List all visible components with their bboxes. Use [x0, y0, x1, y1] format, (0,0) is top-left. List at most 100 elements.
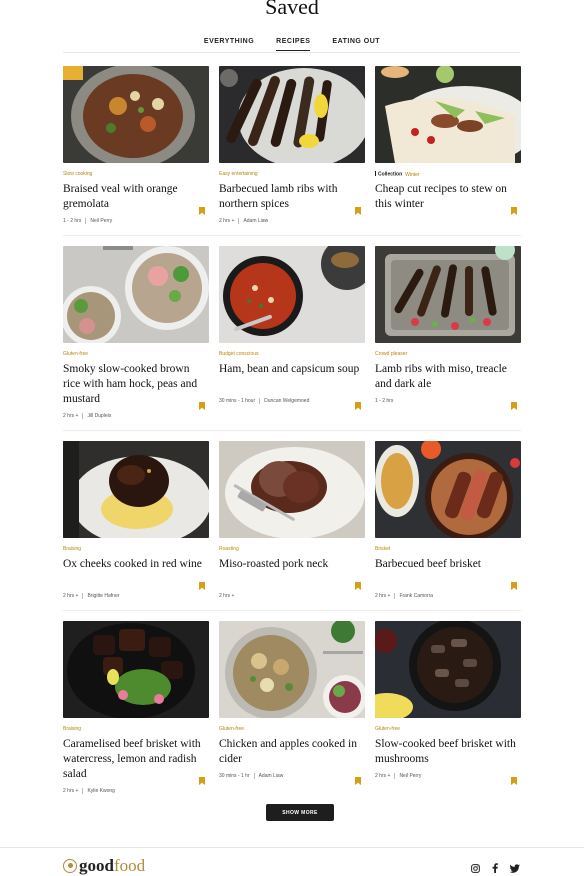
collection-label: Collection: [378, 171, 403, 178]
social-links: [470, 863, 520, 873]
tabs-divider: [63, 52, 520, 53]
recipe-title[interactable]: Slow-cooked beef brisket with mushrooms: [375, 737, 521, 767]
recipe-title[interactable]: Caramelised beef brisket with watercress…: [63, 737, 209, 782]
logo-badge-icon: [63, 858, 77, 873]
recipe-card[interactable]: Budget conscious Ham, bean and capsicum …: [219, 246, 365, 420]
recipe-author[interactable]: Neil Perry: [90, 218, 112, 224]
recipe-tag[interactable]: Braising: [63, 546, 209, 553]
recipe-meta: 1 - 2 hrs: [375, 397, 521, 405]
facebook-icon[interactable]: [490, 863, 500, 873]
recipe-image[interactable]: [219, 441, 365, 538]
recipe-tag[interactable]: Braising: [63, 726, 209, 733]
cook-time: 2 hrs +: [219, 593, 235, 599]
bookmark-icon[interactable]: [355, 582, 361, 590]
recipe-author[interactable]: Kylie Kwong: [87, 788, 115, 794]
recipe-grid: Slow cooking Braised veal with orange gr…: [63, 66, 521, 795]
bookmark-icon[interactable]: [355, 402, 361, 410]
recipe-meta: 2 hrs + Adam Liaw: [219, 217, 365, 225]
recipe-image[interactable]: [63, 66, 209, 163]
collection-category[interactable]: Winter: [405, 172, 419, 178]
recipe-image[interactable]: [375, 66, 521, 163]
recipe-card[interactable]: Gluten-free Chicken and apples cooked in…: [219, 621, 365, 795]
row-divider: [63, 610, 521, 611]
recipe-card[interactable]: Gluten-free Slow-cooked beef brisket wit…: [375, 621, 521, 795]
bookmark-icon[interactable]: [355, 207, 361, 215]
recipe-title[interactable]: Cheap cut recipes to stew on this winter: [375, 182, 521, 212]
recipe-image[interactable]: [63, 441, 209, 538]
cook-time: 2 hrs +: [63, 413, 79, 419]
recipe-meta: 30 mins - 1 hour Duncan Welgemoed: [219, 397, 365, 405]
recipe-tag[interactable]: Crowd pleaser: [375, 351, 521, 358]
collection-tag[interactable]: Collection Winter: [375, 171, 521, 178]
tab-recipes[interactable]: RECIPES: [276, 38, 311, 51]
bookmark-icon[interactable]: [355, 777, 361, 785]
row-divider: [63, 430, 521, 431]
recipe-tag[interactable]: Gluten-free: [63, 351, 209, 358]
recipe-author[interactable]: Jill Dupleix: [87, 413, 111, 419]
bookmark-icon[interactable]: [511, 777, 517, 785]
recipe-author[interactable]: Adam Liaw: [243, 218, 268, 224]
recipe-title[interactable]: Chicken and apples cooked in cider: [219, 737, 365, 767]
recipe-card[interactable]: Gluten-free Smoky slow-cooked brown rice…: [63, 246, 209, 420]
recipe-image[interactable]: [219, 66, 365, 163]
instagram-icon[interactable]: [470, 863, 480, 873]
recipe-image[interactable]: [375, 441, 521, 538]
recipe-card[interactable]: Braising Ox cheeks cooked in red wine 2 …: [63, 441, 209, 600]
goodfood-logo[interactable]: goodfood: [63, 857, 145, 874]
recipe-title[interactable]: Miso-roasted pork neck: [219, 557, 365, 587]
logo-text: goodfood: [79, 856, 146, 875]
recipe-tag[interactable]: Budget conscious: [219, 351, 365, 358]
show-more-button[interactable]: SHOW MORE: [266, 804, 334, 821]
recipe-meta: 2 hrs + Jill Dupleix: [63, 412, 209, 420]
recipe-image[interactable]: [219, 621, 365, 718]
recipe-card[interactable]: Easy entertaining Barbecued lamb ribs wi…: [219, 66, 365, 225]
recipe-card[interactable]: Roasting Miso-roasted pork neck 2 hrs +: [219, 441, 365, 600]
recipe-title[interactable]: Smoky slow-cooked brown rice with ham ho…: [63, 362, 209, 407]
row-divider: [63, 235, 521, 236]
recipe-image[interactable]: [375, 246, 521, 343]
bookmark-icon[interactable]: [511, 582, 517, 590]
bookmark-icon[interactable]: [199, 207, 205, 215]
recipe-card[interactable]: Brisket Barbecued beef brisket 2 hrs + Fr…: [375, 441, 521, 600]
recipe-card[interactable]: Crowd pleaser Lamb ribs with miso, treac…: [375, 246, 521, 420]
recipe-tag[interactable]: Easy entertaining: [219, 171, 365, 178]
recipe-author[interactable]: Adam Liaw: [259, 773, 284, 779]
collection-card[interactable]: Collection Winter Cheap cut recipes to st…: [375, 66, 521, 225]
recipe-author[interactable]: Brigitte Hafner: [87, 593, 119, 599]
recipe-tag[interactable]: Gluten-free: [375, 726, 521, 733]
page-title: Saved: [265, 0, 319, 19]
cook-time: 30 mins - 1 hr: [219, 773, 250, 779]
cook-time: 1 - 2 hrs: [375, 398, 394, 404]
tab-eating-out[interactable]: EATING OUT: [332, 38, 380, 51]
recipe-image[interactable]: [375, 621, 521, 718]
bookmark-icon[interactable]: [511, 207, 517, 215]
recipe-title[interactable]: Braised veal with orange gremolata: [63, 182, 209, 212]
recipe-tag[interactable]: Slow cooking: [63, 171, 209, 178]
recipe-image[interactable]: [219, 246, 365, 343]
bookmark-icon[interactable]: [199, 582, 205, 590]
recipe-image[interactable]: [63, 246, 209, 343]
recipe-tag[interactable]: Roasting: [219, 546, 365, 553]
recipe-title[interactable]: Lamb ribs with miso, treacle and dark al…: [375, 362, 521, 392]
recipe-title[interactable]: Barbecued lamb ribs with northern spices: [219, 182, 365, 212]
recipe-tag[interactable]: Brisket: [375, 546, 521, 553]
recipe-title[interactable]: Ham, bean and capsicum soup: [219, 362, 365, 392]
recipe-title[interactable]: Ox cheeks cooked in red wine: [63, 557, 209, 587]
recipe-author[interactable]: Duncan Welgemoed: [264, 398, 309, 404]
recipe-card[interactable]: Braising Caramelised beef brisket with w…: [63, 621, 209, 795]
bookmark-icon[interactable]: [199, 777, 205, 785]
bookmark-icon[interactable]: [511, 402, 517, 410]
recipe-card[interactable]: Slow cooking Braised veal with orange gr…: [63, 66, 209, 225]
twitter-icon[interactable]: [510, 863, 520, 873]
bookmark-icon[interactable]: [199, 402, 205, 410]
recipe-image[interactable]: [63, 621, 209, 718]
tab-everything[interactable]: EVERYTHING: [204, 38, 254, 51]
cook-time: 2 hrs +: [375, 593, 391, 599]
footer-divider: [0, 847, 584, 848]
recipe-author[interactable]: Neil Perry: [399, 773, 421, 779]
recipe-title[interactable]: Barbecued beef brisket: [375, 557, 521, 587]
recipe-meta: 2 hrs + Frank Camorra: [375, 592, 521, 600]
cook-time: 2 hrs +: [63, 788, 79, 794]
recipe-author[interactable]: Frank Camorra: [399, 593, 433, 599]
recipe-tag[interactable]: Gluten-free: [219, 726, 365, 733]
